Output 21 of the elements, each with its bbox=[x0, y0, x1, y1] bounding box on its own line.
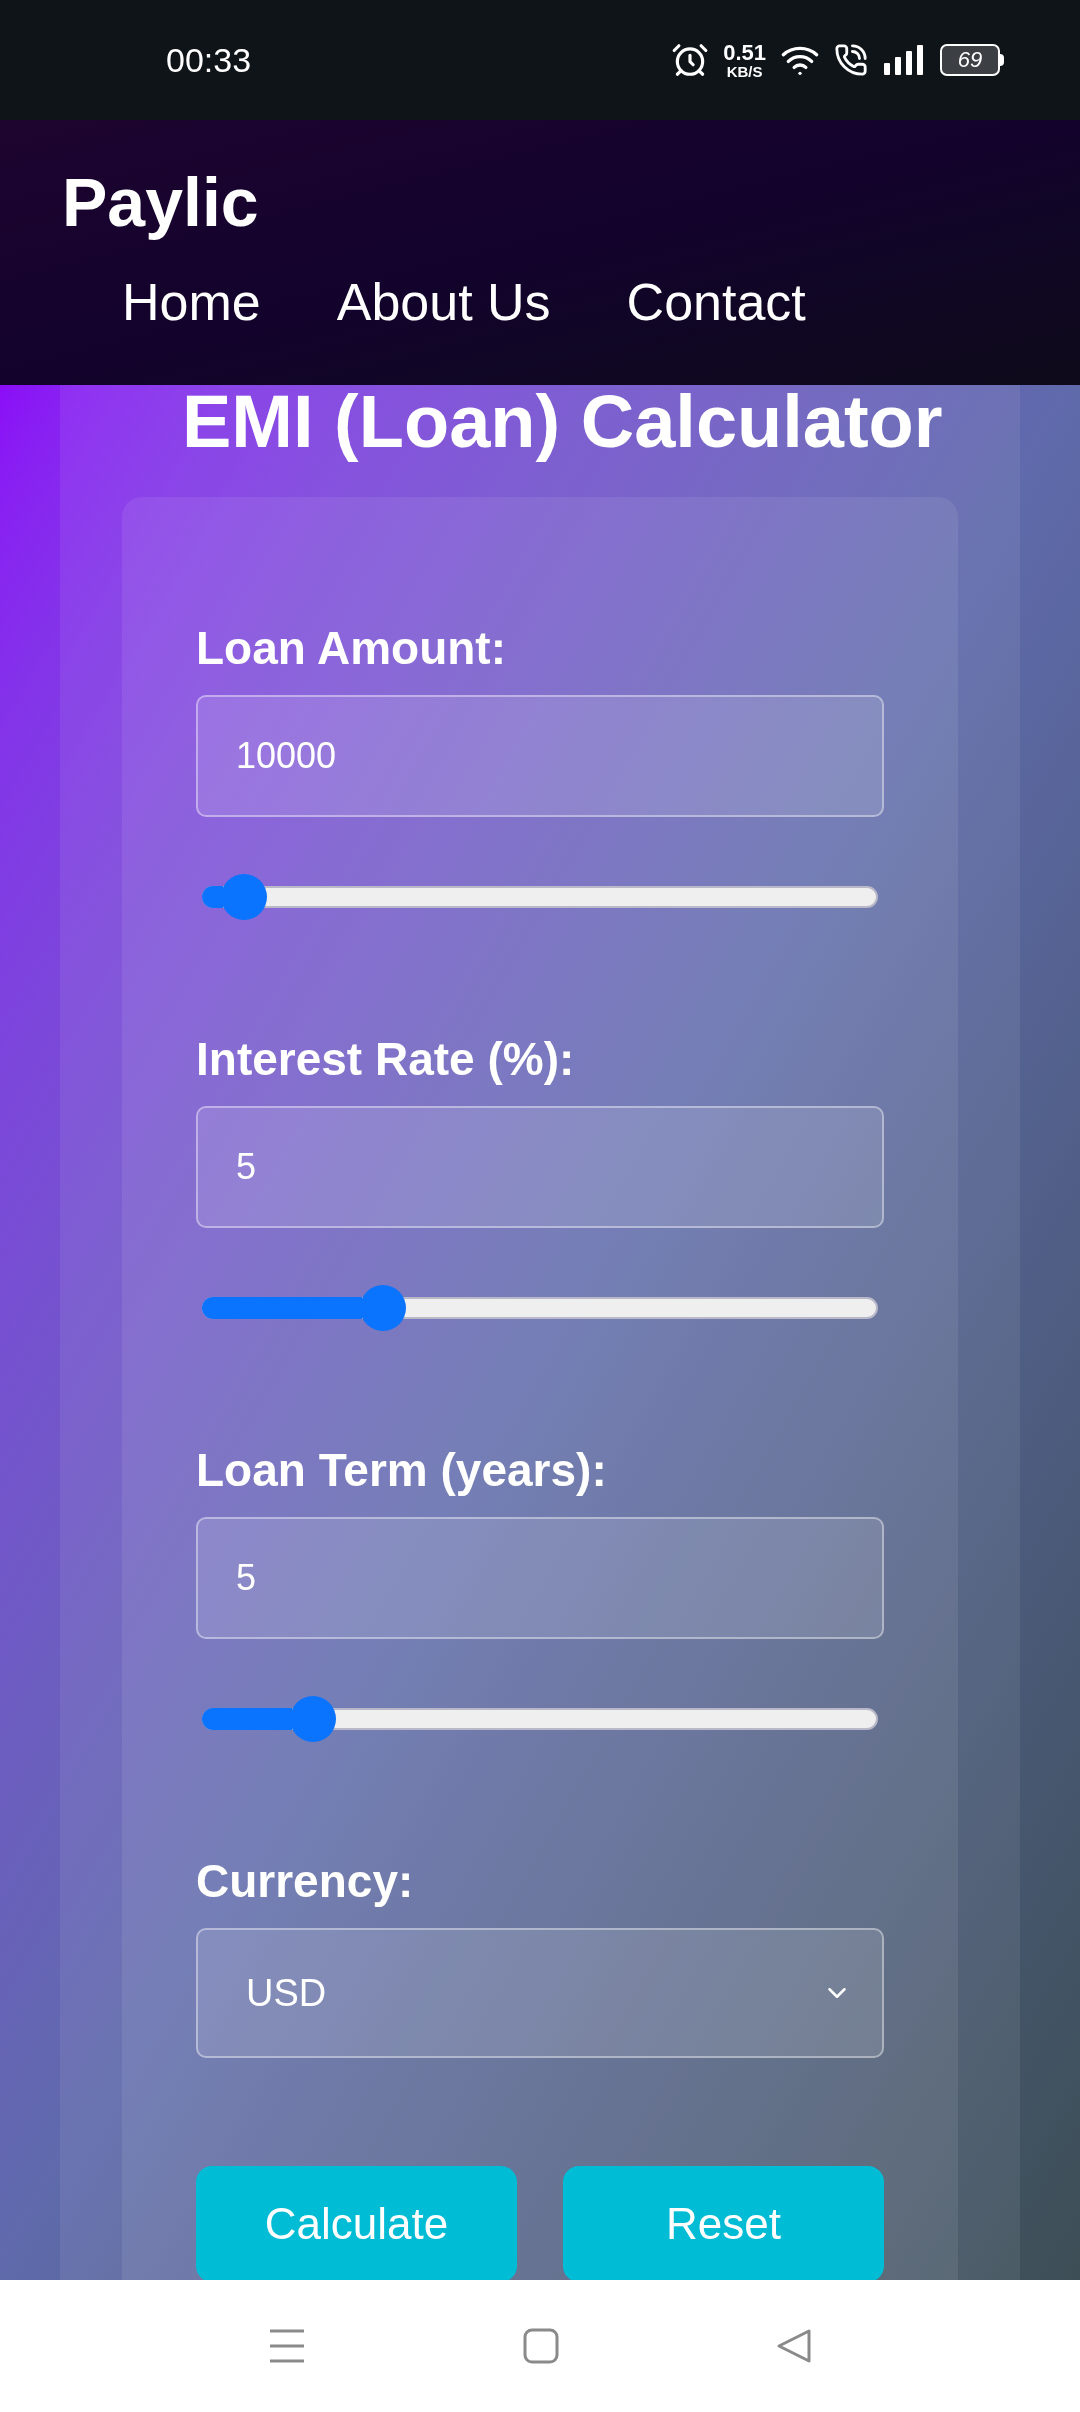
action-button[interactable]: Reset bbox=[563, 2166, 884, 2280]
slider[interactable] bbox=[202, 1696, 878, 1742]
home-icon[interactable] bbox=[523, 2328, 559, 2364]
slider[interactable] bbox=[202, 874, 878, 920]
action-button[interactable]: Calculate bbox=[196, 2166, 517, 2280]
alarm-icon bbox=[671, 41, 710, 79]
status-time: 00:33 bbox=[166, 39, 252, 81]
slider[interactable] bbox=[202, 1285, 878, 1331]
speed-unit: KB/S bbox=[726, 63, 763, 79]
network-speed: 0.51 bbox=[723, 41, 766, 64]
slider-thumb[interactable] bbox=[220, 874, 267, 920]
menu-icon[interactable] bbox=[268, 2328, 307, 2364]
nav-link[interactable]: Contact bbox=[626, 276, 806, 328]
slider-thumb[interactable] bbox=[359, 1285, 406, 1331]
back-icon[interactable] bbox=[775, 2328, 812, 2364]
signal-icon bbox=[882, 43, 926, 77]
nav-link[interactable]: Home bbox=[122, 276, 261, 328]
call-icon bbox=[834, 43, 868, 77]
nav-link[interactable]: About Us bbox=[336, 276, 551, 328]
currency-select[interactable]: USD bbox=[196, 1928, 884, 2058]
field-label: Loan Amount: bbox=[196, 625, 507, 671]
